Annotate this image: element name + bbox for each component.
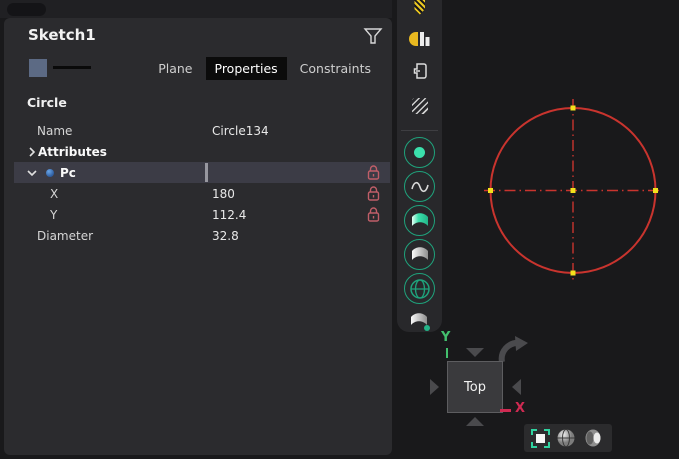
surface-tool-icon [406,241,434,269]
lock-icon[interactable] [367,207,380,222]
point-tool-button[interactable] [404,137,435,168]
sketch-color-swatch[interactable] [29,59,47,77]
tab-properties[interactable]: Properties [206,57,287,80]
view-controls-bar [524,424,612,452]
spline-tool-icon [406,173,434,201]
rotate-left-arrow[interactable] [430,379,439,395]
properties-panel: Sketch1 Plane Properties Constraints Cir… [4,18,392,455]
hatch-icon[interactable] [412,98,428,114]
camera-view-icon[interactable] [583,428,605,448]
spline-tool-button[interactable] [404,171,435,202]
panel-collapse-handle[interactable] [7,3,46,16]
panel-title: Sketch1 [28,26,96,44]
lock-icon[interactable] [367,186,380,201]
tab-constraints[interactable]: Constraints [291,57,380,80]
row-attributes[interactable]: Attributes [14,141,390,162]
surface-tool-button[interactable] [404,239,435,270]
chevron-down-icon[interactable] [27,168,37,178]
row-y[interactable]: Y 112.4 [14,204,390,225]
axis-x-label: X [515,401,525,416]
document-icon[interactable] [411,62,429,81]
tab-plane[interactable]: Plane [149,57,201,80]
sketch-point[interactable] [653,188,658,193]
name-label: Name [37,124,72,138]
attributes-label: Attributes [38,145,107,159]
panel-tabs: Plane Properties Constraints [149,56,380,80]
rotate-right-arrow[interactable] [512,379,521,395]
name-value[interactable]: Circle134 [212,124,269,138]
line-style-preview[interactable] [53,66,91,69]
filter-button[interactable] [361,24,385,48]
rotate-up-arrow[interactable] [466,348,484,357]
panel-top-strip [0,0,392,18]
y-value[interactable]: 112.4 [212,208,246,222]
extrude-sketch-icon[interactable] [409,30,431,48]
row-name[interactable]: Name Circle134 [14,120,390,141]
pencil-tip-icon[interactable] [414,0,425,15]
row-pc[interactable]: Pc [14,162,390,183]
sketch-point[interactable] [571,106,576,111]
diameter-value[interactable]: 32.8 [212,229,239,243]
row-x[interactable]: X 180 [14,183,390,204]
sphere-grid-tool-button[interactable] [404,273,435,304]
fit-square [536,434,545,443]
section-title: Circle [27,95,67,110]
zoom-fit-icon[interactable] [531,429,550,448]
surface-fill-tool-icon [406,207,434,235]
surface-fill-tool-button[interactable] [404,205,435,236]
sketch-point[interactable] [488,188,493,193]
sketch-point[interactable] [571,271,576,276]
x-value[interactable]: 180 [212,187,235,201]
property-rows: Name Circle134 Attributes Pc X 180 [14,120,390,246]
orbit-sphere-icon[interactable] [556,428,576,448]
rotate-down-arrow[interactable] [466,417,484,426]
diameter-label: Diameter [37,229,93,243]
view-cube-face-top[interactable]: Top [447,361,503,413]
toolbar-divider [401,130,438,131]
point-tool-icon [414,147,425,158]
view-cube-label: Top [464,380,486,395]
sketch-points[interactable] [488,106,658,276]
chevron-right-icon[interactable] [27,147,37,157]
point-marker-icon [46,169,54,177]
side-toolbar [397,0,442,332]
sphere-grid-tool-icon [406,275,434,303]
pc-label: Pc [60,166,76,180]
axis-x-tick [500,409,511,412]
sketch-point[interactable] [571,188,576,193]
x-label: X [50,187,58,201]
row-diameter[interactable]: Diameter 32.8 [14,225,390,246]
y-label: Y [50,208,57,222]
filter-funnel-icon [361,24,385,48]
surface-point-icon[interactable] [407,308,433,334]
edit-cursor [205,163,208,182]
axis-y-label: Y [441,330,450,345]
sketch-circle[interactable] [491,108,656,273]
lock-icon[interactable] [367,165,380,180]
axis-y-tick [446,348,448,358]
